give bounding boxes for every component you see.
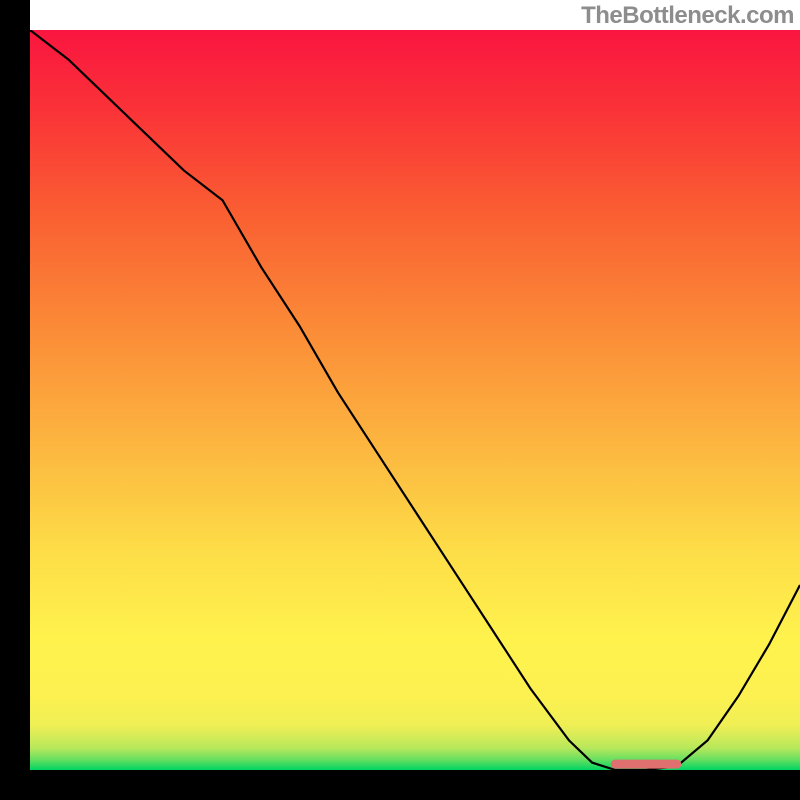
plot-area <box>30 30 800 770</box>
chart-frame: TheBottleneck.com <box>0 0 800 800</box>
gradient-background <box>30 30 800 770</box>
